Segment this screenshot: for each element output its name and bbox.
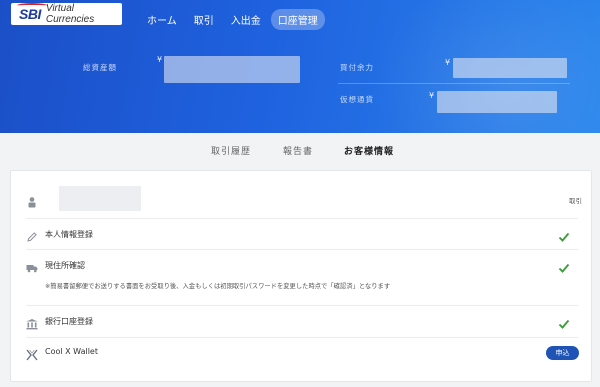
wallet-apply-button[interactable]: 申込 [546,346,579,360]
total-assets-label: 総資産額 [83,63,117,72]
address-confirmation-note: ※簡易書留郵便でお送りする書面をお受取り後、入金もしくは初期取引パスワードを変更… [45,283,391,290]
bank-registration-label: 銀行口座登録 [45,317,93,326]
virtual-currency-value-redacted [437,91,557,113]
user-name-redacted [59,186,141,211]
nav-deposit-withdraw[interactable]: 入出金 [224,9,268,30]
cool-x-wallet-label: Cool X Wallet [45,347,98,356]
nav-home[interactable]: ホーム [140,9,184,30]
total-assets-currency: ¥ [157,55,163,64]
nav-trade[interactable]: 取引 [187,9,221,30]
logo-text: Virtual Currencies [45,3,95,25]
bank-check-icon [558,315,570,329]
identity-registration-label: 本人情報登録 [45,230,93,239]
tab-reports[interactable]: 報告書 [283,144,313,157]
customer-info-card: 取引 本人情報登録 現住所確認 ※簡易書留郵便でお送りする書面をお受取り後、入金… [10,170,592,382]
buying-power-value-redacted [453,58,567,78]
pencil-icon [26,228,38,242]
summary-divider [338,83,570,84]
buying-power-label: 買付余力 [340,63,374,72]
address-confirmation-label: 現住所確認 [45,261,85,270]
user-icon [26,193,38,208]
account-tabs: 取引履歴 報告書 お客様情報 [0,133,600,166]
identity-registration-row: 本人情報登録 [26,219,578,249]
virtual-currency-label: 仮想通貨 [340,95,374,104]
logo-mark: SBI [17,3,47,22]
bank-icon [26,315,38,330]
cool-x-wallet-icon [26,346,38,361]
trade-link[interactable]: 取引 [569,195,582,205]
virtual-currency-currency: ¥ [429,91,435,100]
user-row: 取引 [26,171,582,216]
account-summary-header: SBI Virtual Currencies ホーム 取引 入出金 口座管理 総… [0,0,600,133]
tab-customer-info[interactable]: お客様情報 [344,144,394,157]
address-confirmation-row: 現住所確認 ※簡易書留郵便でお送りする書面をお受取り後、入金もしくは初期取引パス… [26,250,578,304]
main-nav: ホーム 取引 入出金 口座管理 [140,9,328,30]
nav-account-management[interactable]: 口座管理 [270,9,325,30]
sbi-logo[interactable]: SBI Virtual Currencies [11,3,122,25]
wallet-row: Cool X Wallet 申込 [26,338,579,368]
identity-check-icon [558,228,570,242]
buying-power-currency: ¥ [445,58,451,67]
total-assets-value-redacted [164,56,300,83]
bank-registration-row: 銀行口座登録 [26,306,578,336]
truck-icon [26,259,38,273]
address-check-icon [558,259,570,273]
tab-trade-history[interactable]: 取引履歴 [211,144,251,157]
